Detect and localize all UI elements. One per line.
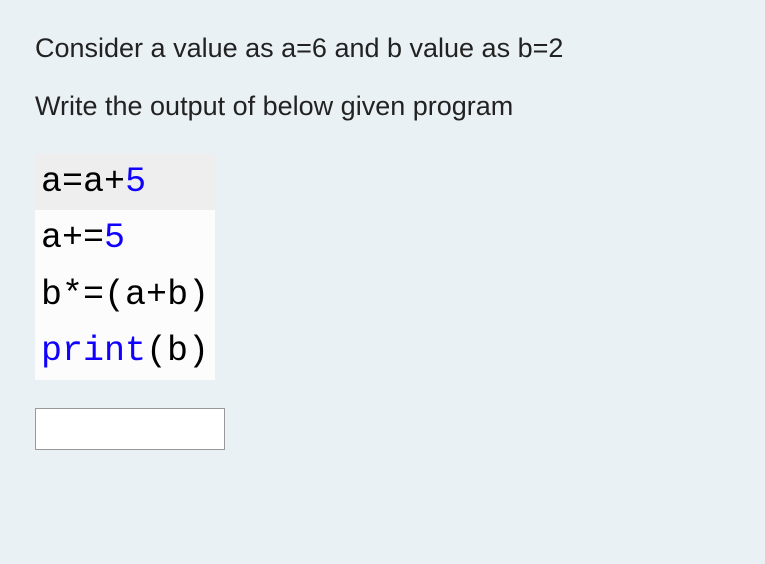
- code-line-2: a+=5: [35, 210, 215, 267]
- code-token: b: [41, 275, 62, 315]
- code-token: b): [167, 275, 209, 315]
- code-token: 5: [104, 218, 125, 258]
- code-token: (a: [104, 275, 146, 315]
- code-token: 5: [125, 162, 146, 202]
- code-token: =: [62, 162, 83, 202]
- code-token: (b): [146, 331, 209, 371]
- code-block: a=a+5 a+=5 b*=(a+b) print(b): [35, 154, 215, 380]
- code-token: a: [41, 218, 62, 258]
- code-token: +: [104, 162, 125, 202]
- code-line-3: b*=(a+b): [35, 267, 215, 324]
- code-line-4: print(b): [35, 323, 215, 380]
- code-line-1: a=a+5: [35, 154, 215, 211]
- code-token: +: [146, 275, 167, 315]
- code-token: a: [41, 162, 62, 202]
- code-token: a: [83, 162, 104, 202]
- question-text-line-1: Consider a value as a=6 and b value as b…: [35, 30, 730, 68]
- code-token: +=: [62, 218, 104, 258]
- question-text-line-2: Write the output of below given program: [35, 88, 730, 126]
- code-token: print: [41, 331, 146, 371]
- code-token: *=: [62, 275, 104, 315]
- answer-input[interactable]: [35, 408, 225, 450]
